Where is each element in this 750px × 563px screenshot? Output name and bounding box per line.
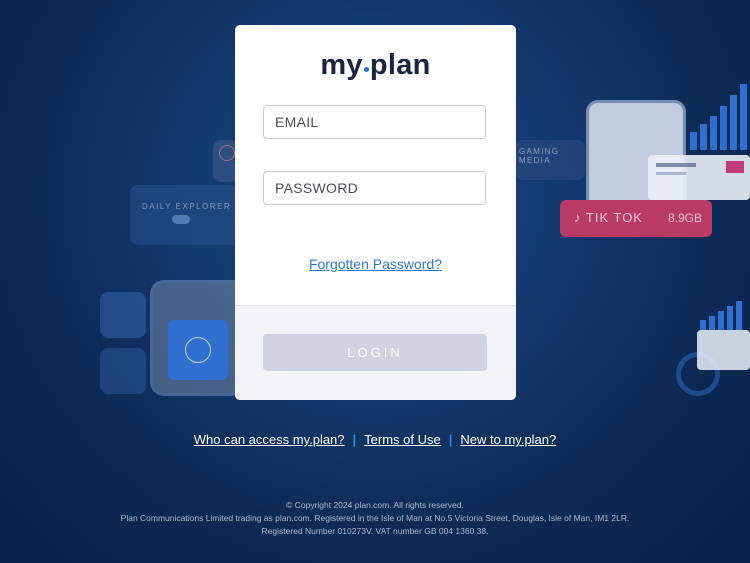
login-card: myplan Forgotten Password? LOGIN: [235, 25, 516, 400]
registration-text: Plan Communications Limited trading as p…: [120, 513, 630, 523]
email-field[interactable]: [263, 105, 486, 139]
check-tile: [168, 320, 228, 380]
link-separator: |: [352, 432, 357, 447]
gaming-media-card: GAMING MEDIA: [515, 140, 585, 180]
new-to-myplan-link[interactable]: New to my.plan?: [460, 432, 556, 447]
user-card: [697, 330, 750, 370]
decor-tile: [100, 348, 146, 394]
password-input[interactable]: [264, 172, 485, 204]
myplan-logo: my plan: [320, 49, 431, 81]
tiktok-usage: 8.9GB: [667, 211, 702, 225]
decor-tile: [100, 292, 146, 338]
gaming-media-label: GAMING MEDIA: [519, 147, 560, 165]
bar-graphic: [690, 80, 750, 150]
registration-numbers: Registered Number 010273V. VAT number GB…: [261, 526, 489, 536]
email-input[interactable]: [264, 106, 485, 138]
login-button[interactable]: LOGIN: [263, 334, 487, 371]
copyright-text: © Copyright 2024 plan.com. All rights re…: [286, 500, 464, 510]
user-card: [648, 155, 750, 200]
who-can-access-link[interactable]: Who can access my.plan?: [194, 432, 345, 447]
forgotten-password-link[interactable]: Forgotten Password?: [235, 256, 516, 272]
toggle-icon: [172, 215, 190, 224]
footer-links: Who can access my.plan? | Terms of Use | New…: [0, 432, 750, 447]
daily-explorer-label: DAILY EXPLORER: [142, 202, 232, 211]
password-field[interactable]: [263, 171, 486, 205]
bar-graphic: [700, 298, 750, 330]
link-separator: |: [448, 432, 453, 447]
pinterest-icon: [219, 145, 235, 161]
terms-of-use-link[interactable]: Terms of Use: [364, 432, 441, 447]
daily-explorer-card: DAILY EXPLORER: [130, 185, 240, 245]
login-footer: LOGIN: [235, 305, 516, 400]
tiktok-usage-card: ♪ TIK TOK 8.9GB: [560, 200, 712, 237]
flag-icon: [726, 161, 744, 173]
legal-footer: © Copyright 2024 plan.com. All rights re…: [0, 499, 750, 538]
check-icon: [185, 337, 211, 363]
tiktok-label: ♪ TIK TOK: [574, 210, 643, 225]
